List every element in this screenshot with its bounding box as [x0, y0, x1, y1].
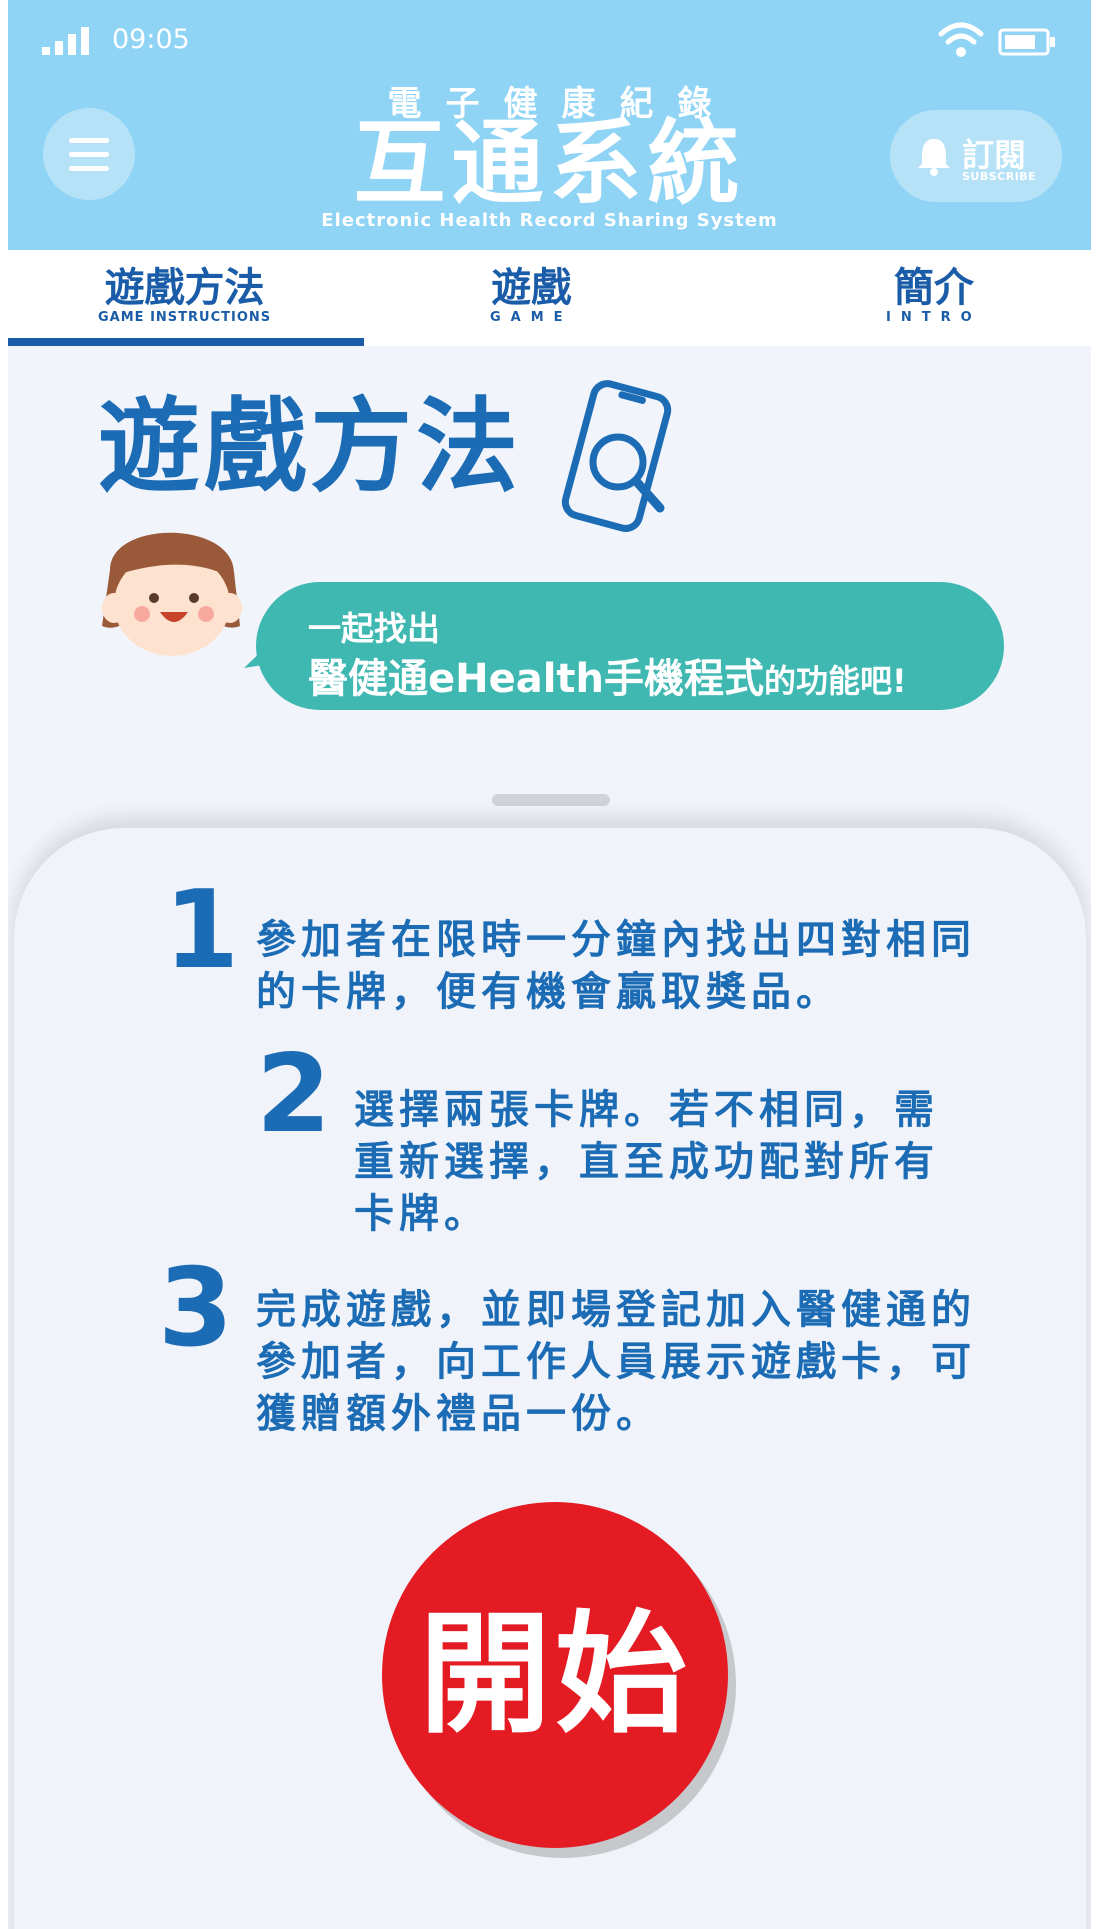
step-text: 完成遊戲，並即場登記加入醫健通的參加者，向工作人員展示遊戲卡，可獲贈額外禮品一份…: [256, 1287, 976, 1437]
tab-sublabel: GAME: [490, 310, 573, 325]
battery-icon: [998, 28, 1055, 56]
app-title-en: Electronic Health Record Sharing System: [321, 210, 778, 231]
active-tab-indicator: [8, 338, 364, 346]
start-button-label: 開始: [419, 1598, 691, 1752]
signal-icon: [42, 27, 89, 55]
page-title: 遊戲方法: [98, 388, 522, 507]
tab-sublabel: INTRO: [886, 310, 982, 325]
girl-avatar: [102, 532, 242, 656]
step-number: 3: [158, 1246, 234, 1371]
tab-bar: 遊戲方法 GAME INSTRUCTIONS 遊戲 GAME 簡介 INTRO: [8, 250, 1091, 346]
step-text: 參加者在限時一分鐘內找出四對相同的卡牌，便有機會贏取獎品。: [256, 917, 976, 1015]
wifi-icon: [938, 22, 984, 57]
bubble-text-line2: 醫健通eHealth手機程式的功能吧!: [308, 646, 907, 704]
tab-intro[interactable]: 簡介 INTRO: [886, 266, 982, 325]
tab-game[interactable]: 遊戲 GAME: [490, 266, 573, 325]
subscribe-button[interactable]: 訂閱 SUBSCRIBE: [890, 110, 1062, 202]
tab-game-instructions[interactable]: 遊戲方法 GAME INSTRUCTIONS: [98, 266, 271, 325]
bubble-text-line1: 一起找出: [308, 609, 440, 648]
start-button[interactable]: 開始: [382, 1502, 728, 1848]
tab-sublabel: GAME INSTRUCTIONS: [98, 310, 272, 325]
tab-label: 遊戲: [491, 265, 572, 311]
subscribe-label-en: SUBSCRIBE: [962, 170, 1037, 183]
app-header: 09:05 電子健康紀錄 互通系統 Electronic Health Reco…: [8, 0, 1091, 250]
bubble-text-tail: 的功能吧!: [764, 662, 907, 700]
app-screen: 09:05 電子健康紀錄 互通系統 Electronic Health Reco…: [8, 0, 1091, 1929]
phone-search-icon: [561, 380, 672, 532]
step-text: 選擇兩張卡牌。若不相同，需重新選擇，直至成功配對所有卡牌。: [354, 1087, 939, 1237]
step-number: 1: [164, 868, 240, 993]
step-number: 2: [256, 1032, 332, 1157]
bell-icon: [918, 139, 950, 176]
status-time: 09:05: [112, 24, 190, 55]
sheet-handle[interactable]: [492, 794, 610, 806]
bubble-text-highlight: 醫健通eHealth手機程式: [308, 656, 765, 702]
tab-label: 簡介: [893, 265, 974, 311]
tab-label: 遊戲方法: [104, 265, 265, 311]
